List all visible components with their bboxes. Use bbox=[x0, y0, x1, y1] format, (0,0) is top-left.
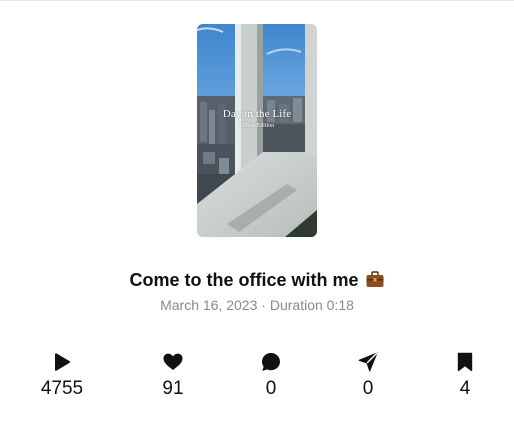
comment-icon bbox=[231, 352, 311, 372]
post-title-row: Come to the office with me bbox=[0, 268, 514, 295]
video-thumbnail[interactable]: Day in the Life Office Edition bbox=[197, 24, 317, 237]
office-window-image bbox=[197, 24, 317, 237]
briefcase-emoji bbox=[365, 269, 385, 295]
send-icon bbox=[328, 352, 408, 372]
post-title: Come to the office with me bbox=[129, 270, 359, 290]
stat-shares[interactable]: 0 bbox=[328, 352, 408, 400]
heart-icon bbox=[133, 352, 213, 372]
likes-count: 91 bbox=[162, 378, 184, 399]
stat-saves[interactable]: 4 bbox=[425, 352, 505, 400]
video-overlay-title: Day in the Life bbox=[222, 108, 292, 120]
shares-count: 0 bbox=[362, 378, 374, 399]
meta-separator: · bbox=[261, 297, 266, 313]
play-icon bbox=[22, 352, 102, 372]
bookmark-icon bbox=[425, 352, 505, 372]
stat-likes[interactable]: 91 bbox=[133, 352, 213, 400]
post-meta: March 16, 2023 · Duration 0:18 bbox=[0, 296, 514, 314]
saves-count: 4 bbox=[459, 378, 471, 399]
plays-count: 4755 bbox=[40, 378, 84, 399]
video-overlay-subtitle: Office Edition bbox=[239, 123, 275, 129]
stat-comments[interactable]: 0 bbox=[231, 352, 311, 400]
post-date: March 16, 2023 bbox=[160, 297, 258, 313]
top-divider bbox=[0, 0, 514, 1]
stat-plays[interactable]: 4755 bbox=[22, 352, 102, 400]
post-duration: Duration 0:18 bbox=[269, 297, 354, 313]
comments-count: 0 bbox=[265, 378, 277, 399]
